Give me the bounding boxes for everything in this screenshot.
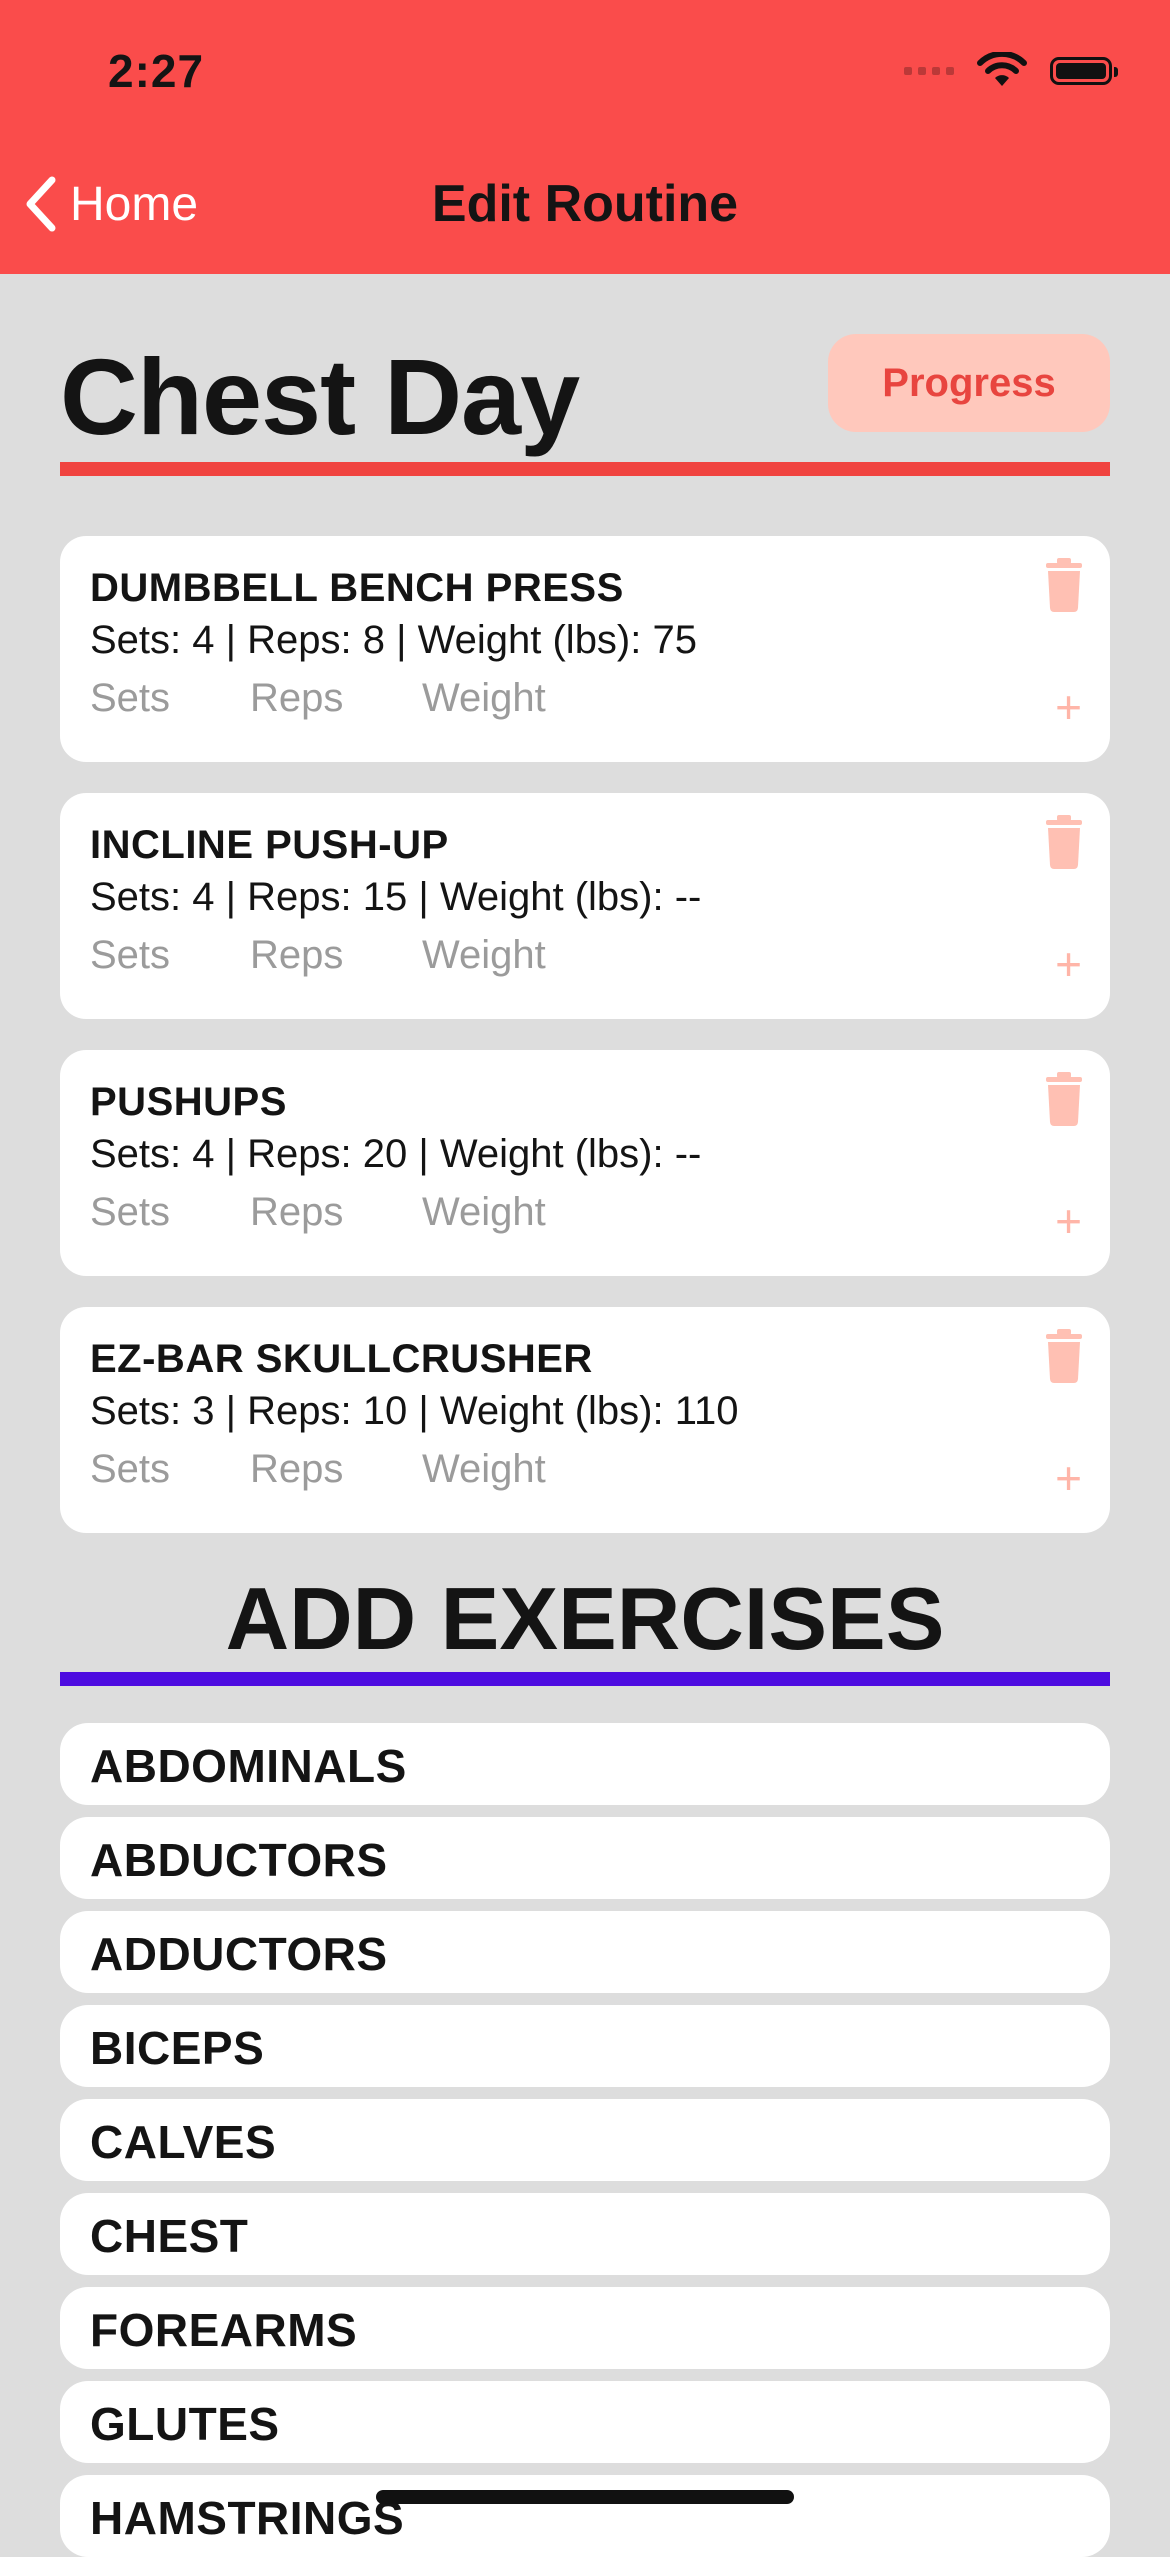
add-exercises-divider [60,1672,1110,1686]
exercise-inputs: Sets Reps Weight [90,1190,546,1235]
sets-input[interactable]: Sets [90,676,250,721]
reps-input[interactable]: Reps [250,1447,422,1492]
muscle-group-label: BICEPS [90,2022,265,2074]
exercise-name: DUMBBELL BENCH PRESS [90,566,624,610]
exercise-summary: Sets: 3 | Reps: 10 | Weight (lbs): 110 [90,1389,739,1433]
muscle-group-item[interactable]: BICEPS [60,2005,1110,2087]
exercise-card[interactable]: EZ-BAR SKULLCRUSHER Sets: 3 | Reps: 10 |… [60,1307,1110,1533]
muscle-group-item[interactable]: HAMSTRINGS [60,2475,1110,2557]
nav-title: Edit Routine [431,175,739,233]
muscle-group-item[interactable]: ABDOMINALS [60,1723,1110,1805]
routine-title: Chest Day [60,336,580,457]
weight-input[interactable]: Weight [422,676,546,721]
muscle-group-label: CALVES [90,2116,277,2168]
exercise-inputs: Sets Reps Weight [90,1447,546,1492]
weight-input[interactable]: Weight [422,1190,546,1235]
trash-icon[interactable] [1044,815,1084,869]
trash-icon[interactable] [1044,1329,1084,1383]
muscle-group-item[interactable]: CALVES [60,2099,1110,2181]
reps-input[interactable]: Reps [250,933,422,978]
exercise-summary: Sets: 4 | Reps: 8 | Weight (lbs): 75 [90,618,697,662]
exercise-summary: Sets: 4 | Reps: 20 | Weight (lbs): -- [90,1132,702,1176]
muscle-group-label: ABDUCTORS [90,1834,388,1886]
reps-input[interactable]: Reps [250,676,422,721]
status-icons [904,52,1118,90]
sets-input[interactable]: Sets [90,1190,250,1235]
exercise-summary: Sets: 4 | Reps: 15 | Weight (lbs): -- [90,875,702,919]
exercise-name: PUSHUPS [90,1080,287,1124]
title-divider [60,462,1110,476]
add-exercises-title: ADD EXERCISES [225,1569,945,1668]
status-time: 2:27 [108,45,205,97]
trash-icon[interactable] [1044,558,1084,612]
sets-input[interactable]: Sets [90,1447,250,1492]
muscle-group-label: ABDOMINALS [90,1740,407,1792]
muscle-group-label: GLUTES [90,2398,280,2450]
sets-input[interactable]: Sets [90,933,250,978]
reps-input[interactable]: Reps [250,1190,422,1235]
exercise-card[interactable]: DUMBBELL BENCH PRESS Sets: 4 | Reps: 8 |… [60,536,1110,762]
exercise-name: INCLINE PUSH-UP [90,823,449,867]
trash-icon[interactable] [1044,1072,1084,1126]
muscle-group-label: HAMSTRINGS [90,2492,405,2544]
muscle-group-item[interactable]: CHEST [60,2193,1110,2275]
exercise-inputs: Sets Reps Weight [90,676,546,721]
add-set-button[interactable]: + [1055,684,1082,730]
weight-input[interactable]: Weight [422,933,546,978]
weight-input[interactable]: Weight [422,1447,546,1492]
muscle-group-label: ADDUCTORS [90,1928,388,1980]
muscle-group-item[interactable]: GLUTES [60,2381,1110,2463]
exercise-card[interactable]: INCLINE PUSH-UP Sets: 4 | Reps: 15 | Wei… [60,793,1110,1019]
battery-icon [1050,57,1118,85]
add-set-button[interactable]: + [1055,941,1082,987]
muscle-group-label: FOREARMS [90,2304,358,2356]
muscle-group-item[interactable]: ADDUCTORS [60,1911,1110,1993]
status-bar: 2:27 [0,0,1170,140]
muscle-group-label: CHEST [90,2210,249,2262]
exercise-card[interactable]: PUSHUPS Sets: 4 | Reps: 20 | Weight (lbs… [60,1050,1110,1276]
add-set-button[interactable]: + [1055,1455,1082,1501]
signal-icon [904,67,954,75]
progress-button[interactable]: Progress [828,334,1110,432]
navigation-bar: Home Edit Routine [0,140,1170,274]
muscle-group-item[interactable]: ABDUCTORS [60,1817,1110,1899]
home-indicator [376,2490,794,2504]
exercise-inputs: Sets Reps Weight [90,933,546,978]
exercise-name: EZ-BAR SKULLCRUSHER [90,1337,593,1381]
wifi-icon [977,52,1027,86]
add-set-button[interactable]: + [1055,1198,1082,1244]
muscle-group-item[interactable]: FOREARMS [60,2287,1110,2369]
